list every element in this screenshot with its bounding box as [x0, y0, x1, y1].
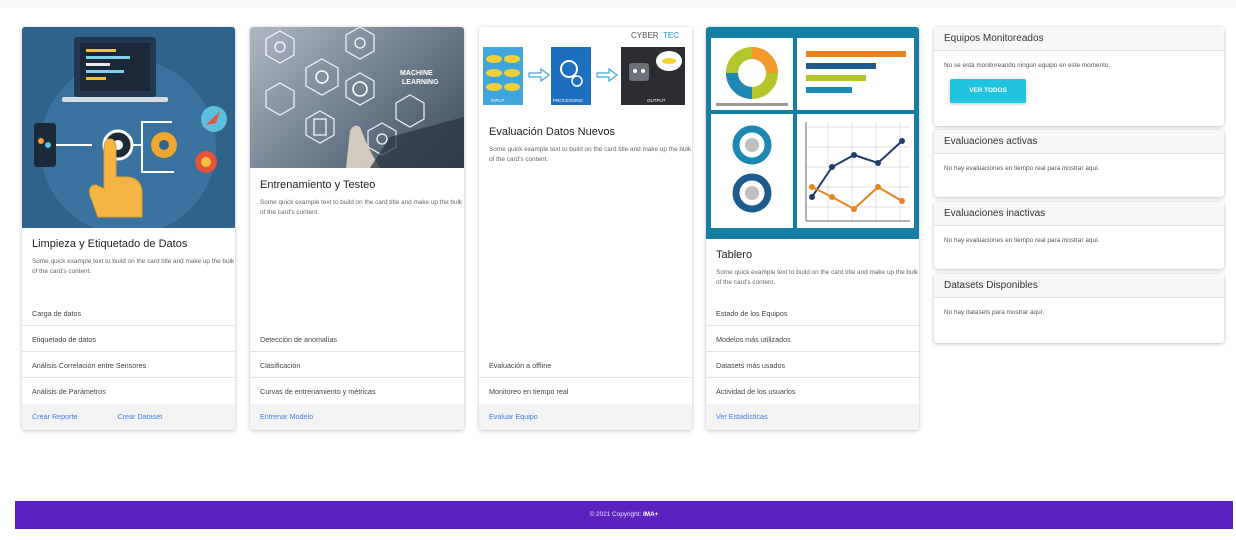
list-item-correlacion[interactable]: Análisis Correlación entre Sensores	[22, 353, 235, 378]
panel-title: Evaluaciones inactivas	[934, 202, 1224, 226]
panel-title: Datasets Disponibles	[934, 274, 1224, 298]
panel-title: Evaluaciones activas	[934, 130, 1224, 154]
cybertec-brand-b: TEC	[663, 31, 679, 40]
panel-evaluaciones-inactivas: Evaluaciones inactivas No hay evaluacion…	[934, 202, 1224, 269]
card-footer: Crear Reporte Crear Dataset	[22, 404, 235, 430]
image-label-learning: LEARNING	[402, 79, 439, 86]
card-entrenamiento: MACHINE LEARNING Entrenamiento y Testeo …	[250, 27, 464, 430]
input-label: INPUT	[491, 98, 505, 103]
panel-text: No se está monitoreando ningún equipo en…	[944, 62, 1111, 69]
cybertec-brand-a: CYBER	[631, 31, 659, 40]
crear-reporte-link[interactable]: Crear Reporte	[32, 412, 78, 421]
list-item-modelos[interactable]: Modelos más utilizados	[706, 327, 919, 352]
card-text: Some quick example text to build on the …	[32, 258, 235, 275]
list-item-parametros[interactable]: Análisis de Parámetros	[22, 379, 235, 404]
processing-label: PROCESSING	[553, 98, 584, 103]
panel-equipos-monitoreados: Equipos Monitoreados No se está monitore…	[934, 27, 1224, 126]
card-text: Some quick example text to build on the …	[260, 199, 463, 216]
card-tablero: Tablero Some quick example text to build…	[706, 27, 919, 430]
list-item-actividad[interactable]: Actividad de los usuarlos	[706, 379, 919, 404]
crear-dataset-link[interactable]: Crear Dataset	[118, 412, 163, 421]
list-item-clasificacion[interactable]: Clasificación	[250, 353, 464, 378]
list-item-curvas[interactable]: Curvas de entrenamiento y métricas	[250, 379, 464, 404]
panel-text: No hay datasets para mostrar aquí.	[944, 309, 1045, 316]
card-footer: Ver Estadísticas	[706, 404, 919, 430]
list-item-carga[interactable]: Carga de datos	[22, 301, 235, 326]
card-text: Some quick example text to build on the …	[489, 146, 692, 163]
panel-text: No hay evaluaciones en tiempo real para …	[944, 165, 1100, 172]
list-item-anomalias[interactable]: Detección de anomalías	[250, 327, 464, 352]
image-label-machine: MACHINE	[400, 70, 433, 77]
list-item-datasets[interactable]: Datasets más usados	[706, 353, 919, 378]
evaluar-equipo-link[interactable]: Evaluar Equipo	[489, 412, 538, 421]
card-evaluacion: CYBER TEC INPUT PROCESSING OUTPUT Evalua	[479, 27, 692, 430]
machine-learning-illustration: MACHINE LEARNING	[265, 27, 464, 168]
panel-datasets-disponibles: Datasets Disponibles No hay datasets par…	[934, 274, 1224, 343]
dashboard-illustration	[711, 38, 914, 228]
list-item-estado-equipos[interactable]: Estado de los Equipos	[706, 301, 919, 326]
panel-text: No hay evaluaciones en tiempo real para …	[944, 237, 1100, 244]
footer: © 2021 Copyright: IMA+	[15, 501, 1233, 529]
list-item-etiquetado[interactable]: Etiquetado de datos	[22, 327, 235, 352]
card-title: Tablero	[716, 249, 753, 261]
panel-evaluaciones-activas: Evaluaciones activas No hay evaluaciones…	[934, 130, 1224, 197]
entrenar-modelo-link[interactable]: Entrenar Modelo	[260, 412, 313, 421]
panel-title: Equipos Monitoreados	[934, 27, 1224, 51]
panel-body: No se está monitoreando ningún equipo en…	[934, 51, 1224, 114]
list-item-evaluacion-offline[interactable]: Evaluación a offline	[479, 353, 692, 378]
output-label: OUTPUT	[647, 98, 666, 103]
card-image-cleaning	[22, 27, 235, 228]
card-title: Evaluación Datos Nuevos	[489, 126, 615, 138]
card-title: Limpieza y Etiquetado de Datos	[32, 238, 188, 250]
card-footer: Entrenar Modelo	[250, 404, 464, 430]
card-text: Some quick example text to build on the …	[716, 269, 919, 286]
card-image-pipeline: CYBER TEC INPUT PROCESSING OUTPUT	[479, 27, 692, 119]
card-footer: Evaluar Equipo	[479, 404, 692, 430]
list-item-monitoreo[interactable]: Monitoreo en tiempo real	[479, 379, 692, 404]
ver-estadisticas-link[interactable]: Ver Estadísticas	[716, 412, 768, 421]
card-title: Entrenamiento y Testeo	[260, 179, 376, 191]
footer-brand[interactable]: IMA+	[643, 511, 658, 518]
ver-todos-button[interactable]: VER TODOS	[950, 79, 1026, 103]
card-limpieza: Limpieza y Etiquetado de Datos Some quic…	[22, 27, 235, 430]
input-processing-output-illustration: CYBER TEC INPUT PROCESSING OUTPUT	[483, 31, 685, 105]
top-strip	[0, 0, 1236, 8]
footer-copyright: © 2021 Copyright:	[589, 511, 643, 518]
hand-touch-illustration	[34, 37, 227, 228]
card-image-dashboard	[706, 27, 919, 239]
card-image-ml: MACHINE LEARNING	[250, 27, 464, 168]
